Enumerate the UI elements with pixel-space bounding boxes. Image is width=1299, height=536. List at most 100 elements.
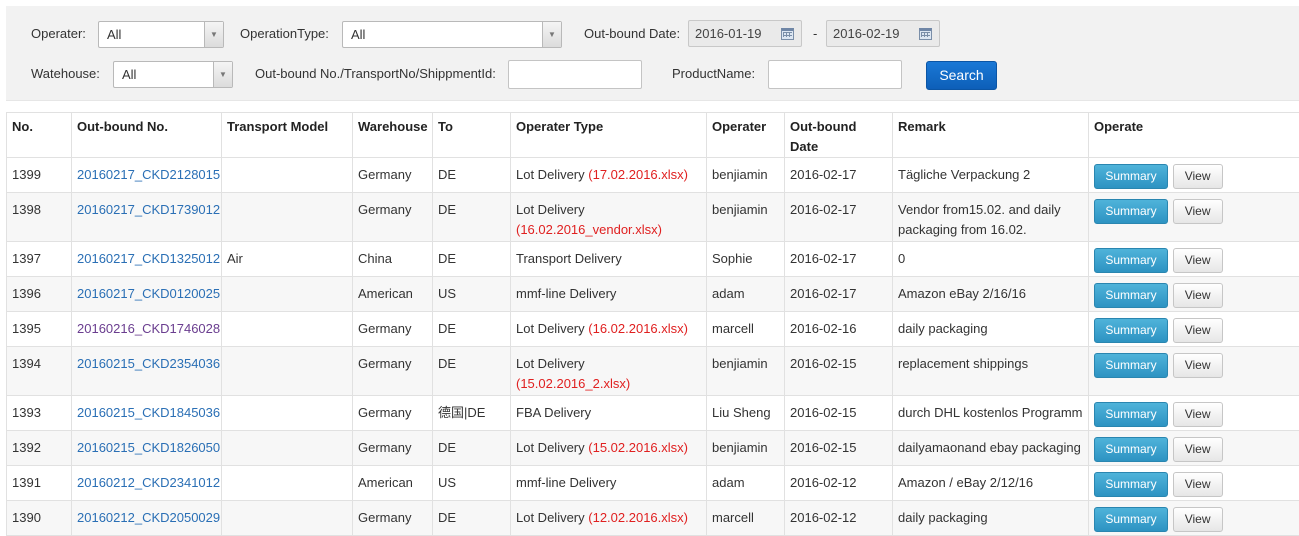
summary-button[interactable]: Summary: [1094, 283, 1168, 308]
cell-warehouse: American: [353, 466, 433, 501]
date-from-input[interactable]: 2016-01-19: [688, 20, 802, 47]
cell-operater-type: mmf-line Delivery: [511, 466, 707, 501]
cell-outbound-date: 2016-02-17: [785, 158, 893, 193]
cell-operater: Sophie: [707, 242, 785, 277]
cell-operater: Liu Sheng: [707, 396, 785, 431]
operater-select[interactable]: All ▼: [98, 21, 224, 48]
operation-type-label: OperationType:: [240, 26, 329, 42]
view-button[interactable]: View: [1173, 472, 1223, 497]
cell-operate: Summary View: [1089, 466, 1299, 501]
cell-outbound-date: 2016-02-15: [785, 396, 893, 431]
summary-button[interactable]: Summary: [1094, 437, 1168, 462]
outbound-no-link[interactable]: 20160215_CKD1845036: [77, 405, 220, 420]
view-button[interactable]: View: [1173, 164, 1223, 189]
outbound-no-link[interactable]: 20160212_CKD2341012: [77, 475, 220, 490]
summary-button[interactable]: Summary: [1094, 507, 1168, 532]
cell-to: DE: [433, 158, 511, 193]
cell-operater-type: Lot Delivery (16.02.2016_vendor.xlsx): [511, 193, 707, 242]
cell-no: 1392: [7, 431, 72, 466]
cell-outbound-date: 2016-02-17: [785, 277, 893, 312]
cell-operate: Summary View: [1089, 501, 1299, 536]
summary-button[interactable]: Summary: [1094, 318, 1168, 343]
summary-button[interactable]: Summary: [1094, 164, 1168, 189]
cell-operater-type: Transport Delivery: [511, 242, 707, 277]
cell-to: 德国|DE: [433, 396, 511, 431]
view-button[interactable]: View: [1173, 353, 1223, 378]
warehouse-select[interactable]: All ▼: [113, 61, 233, 88]
summary-button[interactable]: Summary: [1094, 402, 1168, 427]
outbound-no-link[interactable]: 20160217_CKD1325012: [77, 251, 220, 266]
number-search-input[interactable]: [508, 60, 642, 89]
view-button[interactable]: View: [1173, 507, 1223, 532]
summary-button[interactable]: Summary: [1094, 248, 1168, 273]
cell-operate: Summary View: [1089, 312, 1299, 347]
cell-remark: daily packaging: [893, 312, 1089, 347]
outbound-no-link[interactable]: 20160217_CKD2128015: [77, 167, 220, 182]
product-name-input[interactable]: [768, 60, 902, 89]
file-link[interactable]: (16.02.2016_vendor.xlsx): [516, 222, 662, 237]
operater-type-text: Lot Delivery: [516, 167, 585, 182]
outbound-no-link[interactable]: 20160216_CKD1746028: [77, 321, 220, 336]
cell-operater: adam: [707, 277, 785, 312]
chevron-down-icon: ▼: [204, 22, 223, 47]
operation-type-select-value: All: [351, 27, 365, 42]
warehouse-select-value: All: [122, 67, 136, 82]
outbound-no-link[interactable]: 20160217_CKD1739012: [77, 202, 220, 217]
cell-to: DE: [433, 501, 511, 536]
chevron-down-icon: ▼: [213, 62, 232, 87]
cell-transport-model: [222, 501, 353, 536]
col-header-to: To: [433, 113, 511, 158]
cell-outbound-no: 20160215_CKD2354036: [72, 347, 222, 396]
cell-no: 1393: [7, 396, 72, 431]
outbound-no-link[interactable]: 20160217_CKD0120025: [77, 286, 220, 301]
cell-transport-model: [222, 193, 353, 242]
cell-outbound-no: 20160212_CKD2050029: [72, 501, 222, 536]
calendar-icon[interactable]: [781, 28, 794, 40]
cell-no: 1397: [7, 242, 72, 277]
outbound-no-link[interactable]: 20160215_CKD2354036: [77, 356, 220, 371]
file-link[interactable]: (16.02.2016.xlsx): [588, 321, 688, 336]
view-button[interactable]: View: [1173, 248, 1223, 273]
operater-type-text: Transport Delivery: [516, 251, 622, 266]
col-header-operater-type: Operater Type: [511, 113, 707, 158]
col-header-operater: Operater: [707, 113, 785, 158]
cell-transport-model: Air: [222, 242, 353, 277]
summary-button[interactable]: Summary: [1094, 353, 1168, 378]
cell-no: 1396: [7, 277, 72, 312]
cell-operater: marcell: [707, 312, 785, 347]
file-link[interactable]: (17.02.2016.xlsx): [588, 167, 688, 182]
cell-remark: daily packaging: [893, 501, 1089, 536]
search-button[interactable]: Search: [926, 61, 997, 90]
file-link[interactable]: (12.02.2016.xlsx): [588, 510, 688, 525]
summary-button[interactable]: Summary: [1094, 199, 1168, 224]
file-link[interactable]: (15.02.2016.xlsx): [588, 440, 688, 455]
cell-warehouse: Germany: [353, 431, 433, 466]
cell-operater-type: Lot Delivery (12.02.2016.xlsx): [511, 501, 707, 536]
cell-outbound-date: 2016-02-15: [785, 431, 893, 466]
cell-outbound-no: 20160215_CKD1826050: [72, 431, 222, 466]
view-button[interactable]: View: [1173, 318, 1223, 343]
cell-remark: Amazon eBay 2/16/16: [893, 277, 1089, 312]
cell-operate: Summary View: [1089, 158, 1299, 193]
outbound-no-link[interactable]: 20160215_CKD1826050: [77, 440, 220, 455]
view-button[interactable]: View: [1173, 283, 1223, 308]
table-body: 139920160217_CKD2128015GermanyDELot Deli…: [7, 158, 1299, 536]
operater-select-value: All: [107, 27, 121, 42]
view-button[interactable]: View: [1173, 437, 1223, 462]
outbound-no-link[interactable]: 20160212_CKD2050029: [77, 510, 220, 525]
cell-operate: Summary View: [1089, 242, 1299, 277]
cell-operater-type: mmf-line Delivery: [511, 277, 707, 312]
calendar-icon[interactable]: [919, 28, 932, 40]
date-to-input[interactable]: 2016-02-19: [826, 20, 940, 47]
cell-remark: Amazon / eBay 2/12/16: [893, 466, 1089, 501]
summary-button[interactable]: Summary: [1094, 472, 1168, 497]
file-link[interactable]: (15.02.2016_2.xlsx): [516, 376, 630, 391]
cell-to: DE: [433, 431, 511, 466]
view-button[interactable]: View: [1173, 402, 1223, 427]
col-header-outbound-no: Out-bound No.: [72, 113, 222, 158]
cell-outbound-no: 20160217_CKD1325012: [72, 242, 222, 277]
chevron-down-icon: ▼: [542, 22, 561, 47]
operation-type-select[interactable]: All ▼: [342, 21, 562, 48]
cell-transport-model: [222, 158, 353, 193]
view-button[interactable]: View: [1173, 199, 1223, 224]
